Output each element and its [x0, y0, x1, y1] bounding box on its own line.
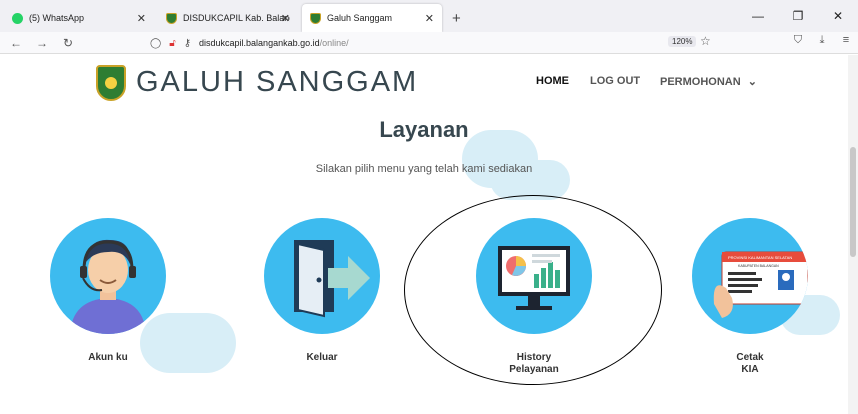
- url-path: /online/: [319, 38, 349, 48]
- reload-icon[interactable]: ↻: [58, 36, 78, 50]
- insecure-lock-icon[interactable]: 🔓︎: [169, 38, 175, 49]
- card-label: Akun ku: [88, 352, 128, 363]
- tab-title: DISDUKCAPIL Kab. Balangan: [183, 13, 290, 23]
- site-header: GALUH SANGGAM HOME LOG OUT PERMOHONAN ⌄: [0, 55, 848, 111]
- close-window-icon[interactable]: ✕: [818, 9, 858, 23]
- id-card-subheader-text: KABUPATEN BALANGAN: [738, 264, 779, 268]
- address-bar[interactable]: ◯ 🔓︎ ⚷ disdukcapil.balangankab.go.id /on…: [150, 34, 720, 52]
- tab-disdukcapil[interactable]: DISDUKCAPIL Kab. Balangan ✕: [158, 4, 298, 32]
- shield-logo-icon: [310, 12, 321, 24]
- section-subtitle: Silakan pilih menu yang telah kami sedia…: [315, 163, 533, 175]
- service-card-akun[interactable]: Akun ku: [48, 218, 168, 364]
- service-card-cetak-kia[interactable]: PROVINSI KALIMANTAN SELATAN KABUPATEN BA…: [690, 218, 810, 376]
- browser-nav-bar: ← → ↻ ◯ 🔓︎ ⚷ disdukcapil.balangankab.go.…: [0, 32, 858, 54]
- permissions-key-icon[interactable]: ⚷: [184, 38, 191, 49]
- url-domain: disdukcapil.balangankab.go.id: [199, 38, 320, 48]
- brand-title[interactable]: GALUH SANGGAM: [136, 66, 418, 99]
- chevron-down-icon: ⌄: [747, 76, 757, 88]
- tab-galuh-sanggam[interactable]: Galuh Sanggam ✕: [302, 4, 442, 32]
- close-tab-icon[interactable]: ✕: [137, 12, 146, 25]
- user-headset-icon[interactable]: [50, 218, 166, 334]
- pocket-icon[interactable]: ⛉: [786, 34, 810, 47]
- id-card-icon[interactable]: PROVINSI KALIMANTAN SELATAN KABUPATEN BA…: [692, 218, 808, 334]
- web-page: GALUH SANGGAM HOME LOG OUT PERMOHONAN ⌄ …: [0, 55, 858, 414]
- whatsapp-icon: [12, 12, 23, 24]
- new-tab-button[interactable]: +: [452, 4, 461, 32]
- browser-tab-bar: (5) WhatsApp ✕ DISDUKCAPIL Kab. Balangan…: [0, 0, 858, 32]
- card-label-second: KIA: [741, 364, 759, 375]
- highlight-ellipse-annotation: [404, 195, 662, 385]
- page-scrollbar[interactable]: [848, 55, 858, 414]
- bookmark-star-icon[interactable]: ☆: [700, 34, 711, 48]
- tab-whatsapp[interactable]: (5) WhatsApp ✕: [4, 4, 154, 32]
- nav-home[interactable]: HOME: [536, 75, 569, 87]
- tab-title: (5) WhatsApp: [29, 13, 85, 23]
- close-tab-icon[interactable]: ✕: [281, 12, 290, 25]
- exit-door-icon[interactable]: [264, 218, 380, 334]
- nav-permohonan-label: PERMOHONAN: [660, 76, 741, 88]
- extensions-menu-icon[interactable]: ≡: [834, 34, 858, 47]
- zoom-level[interactable]: 120%: [668, 36, 697, 47]
- card-label: Cetak: [736, 352, 764, 363]
- tab-title: Galuh Sanggam: [327, 13, 393, 23]
- forward-arrow-icon[interactable]: →: [32, 36, 52, 50]
- id-card-header-text: PROVINSI KALIMANTAN SELATAN: [728, 255, 792, 260]
- maximize-icon[interactable]: ❐: [778, 9, 818, 23]
- minimize-icon[interactable]: —: [738, 9, 778, 23]
- service-card-keluar[interactable]: Keluar: [262, 218, 382, 364]
- galuh-sanggam-logo[interactable]: [96, 65, 126, 101]
- nav-permohonan[interactable]: PERMOHONAN ⌄: [660, 75, 757, 88]
- shield-logo-icon: [166, 12, 177, 24]
- scrollbar-thumb[interactable]: [850, 147, 856, 257]
- download-icon[interactable]: ⤓: [810, 34, 834, 47]
- close-tab-icon[interactable]: ✕: [425, 12, 434, 25]
- back-arrow-icon[interactable]: ←: [6, 36, 26, 50]
- card-label: Keluar: [306, 352, 338, 363]
- shield-tracking-icon[interactable]: ◯: [150, 38, 161, 49]
- section-title: Layanan: [379, 117, 469, 142]
- nav-logout[interactable]: LOG OUT: [590, 75, 640, 87]
